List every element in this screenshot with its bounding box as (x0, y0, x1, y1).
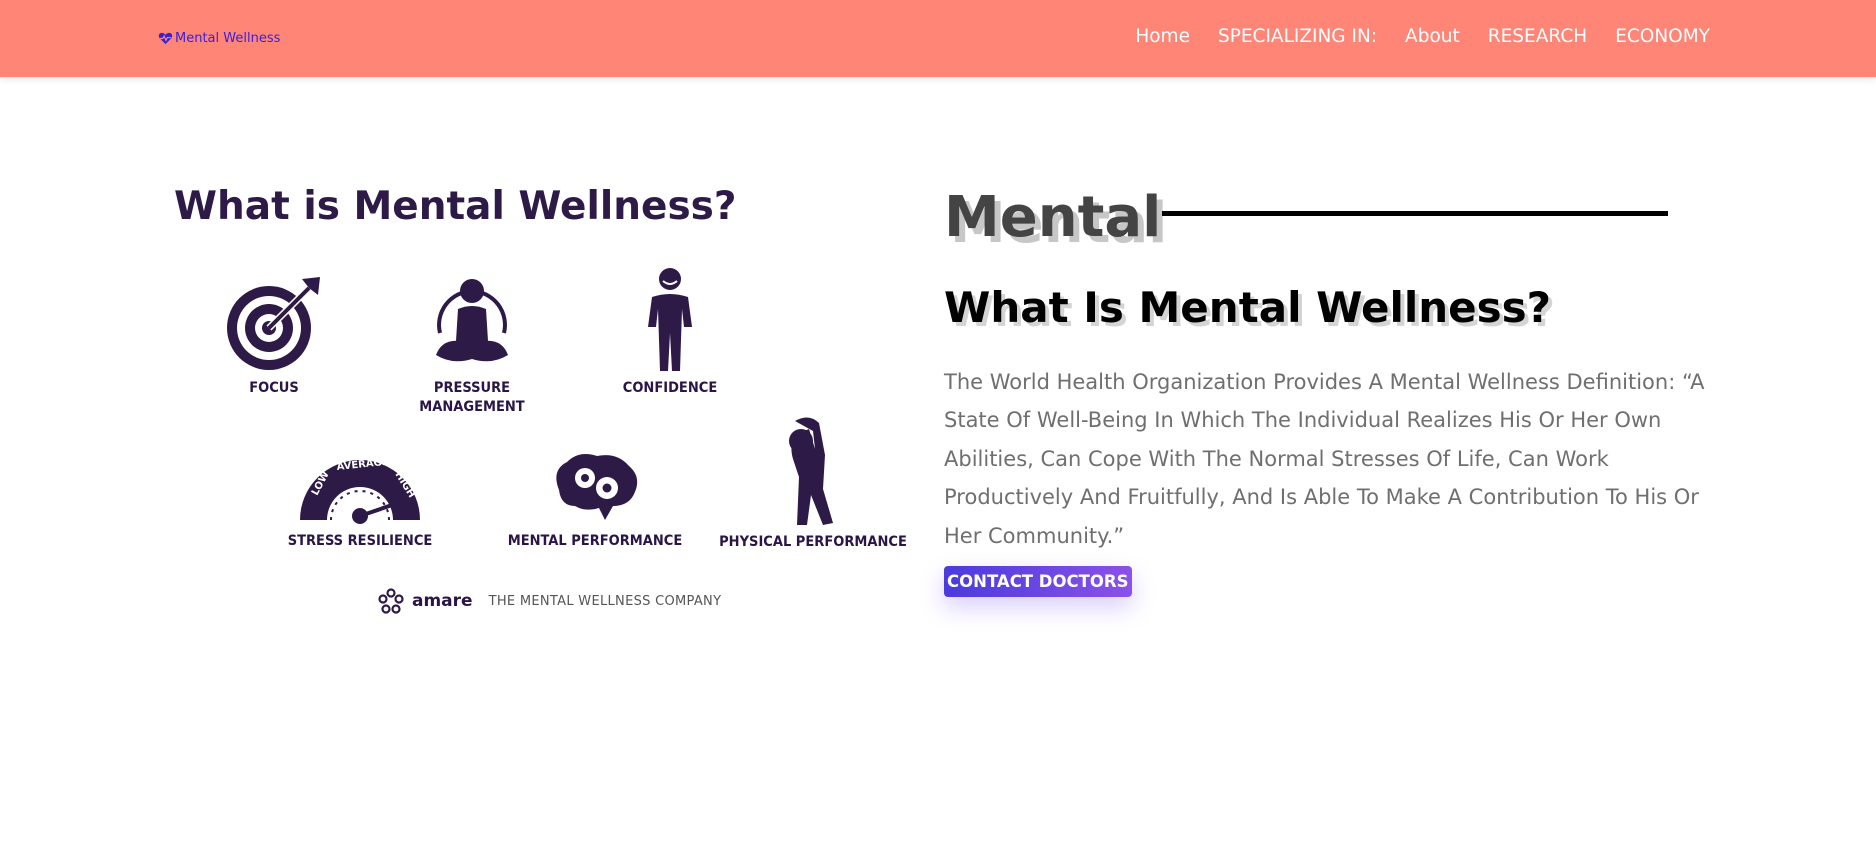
brain-gears-icon (556, 454, 638, 520)
meditation-icon (436, 279, 508, 362)
tile-label: MENTAL PERFORMANCE (507, 533, 683, 549)
stretching-person-icon (789, 417, 833, 525)
body-paragraph: The World Health Organization Provides A… (944, 370, 1705, 548)
person-standing-icon (648, 268, 692, 371)
nav-economy[interactable]: ECONOMY (1615, 26, 1710, 47)
tile-physical-performance: PHYSICAL PERFORMANCE (708, 415, 918, 552)
mental-wellness-infographic: What is Mental Wellness? FOCUS PRESSURE … (160, 165, 920, 635)
content-panel: Mental What Is Mental Wellness? The Worl… (944, 185, 1724, 597)
tile-label: FOCUS (249, 380, 299, 396)
tile-confidence: CONFIDENCE (620, 267, 720, 398)
nav-about[interactable]: About (1405, 26, 1460, 47)
nav-research[interactable]: RESEARCH (1488, 26, 1587, 47)
eyebrow-row: Mental (944, 185, 1724, 251)
logo-text: Mental Wellness (175, 31, 281, 46)
infographic-title: What is Mental Wellness? (174, 184, 737, 229)
site-header: Mental Wellness Home SPECIALIZING IN: Ab… (0, 0, 1876, 77)
contact-doctors-button[interactable]: CONTACT DOCTORS (944, 566, 1132, 597)
heart-pulse-icon (158, 32, 173, 45)
tile-stress-resilience: LOW AVERAGE HIGH STRESS RESILIENCE (280, 450, 440, 551)
main-nav: Home SPECIALIZING IN: About RESEARCH ECO… (1135, 26, 1710, 47)
nav-home[interactable]: Home (1135, 26, 1190, 47)
tile-mental-performance: MENTAL PERFORMANCE (500, 450, 690, 551)
amare-logo-icon (378, 588, 404, 614)
brand-name: amare (412, 591, 473, 611)
page-heading: What Is Mental Wellness? (944, 283, 1551, 332)
section-eyebrow: Mental (944, 185, 1162, 250)
divider-line (1162, 211, 1668, 216)
tile-label: PHYSICAL PERFORMANCE (719, 534, 907, 550)
nav-specializing-in[interactable]: SPECIALIZING IN: (1218, 26, 1377, 47)
brand-tagline: THE MENTAL WELLNESS COMPANY (488, 593, 722, 609)
tile-label: STRESS RESILIENCE (287, 533, 433, 549)
tile-label: CONFIDENCE (622, 380, 718, 396)
target-icon (227, 277, 320, 370)
amare-brand: amare THE MENTAL WELLNESS COMPANY (378, 588, 721, 614)
tile-pressure-management: PRESSURE MANAGEMENT (407, 273, 537, 417)
tile-focus: FOCUS (214, 273, 334, 398)
site-logo[interactable]: Mental Wellness (158, 31, 280, 46)
tile-label: PRESSURE MANAGEMENT (419, 380, 525, 415)
gauge-icon: LOW AVERAGE HIGH (300, 457, 420, 524)
